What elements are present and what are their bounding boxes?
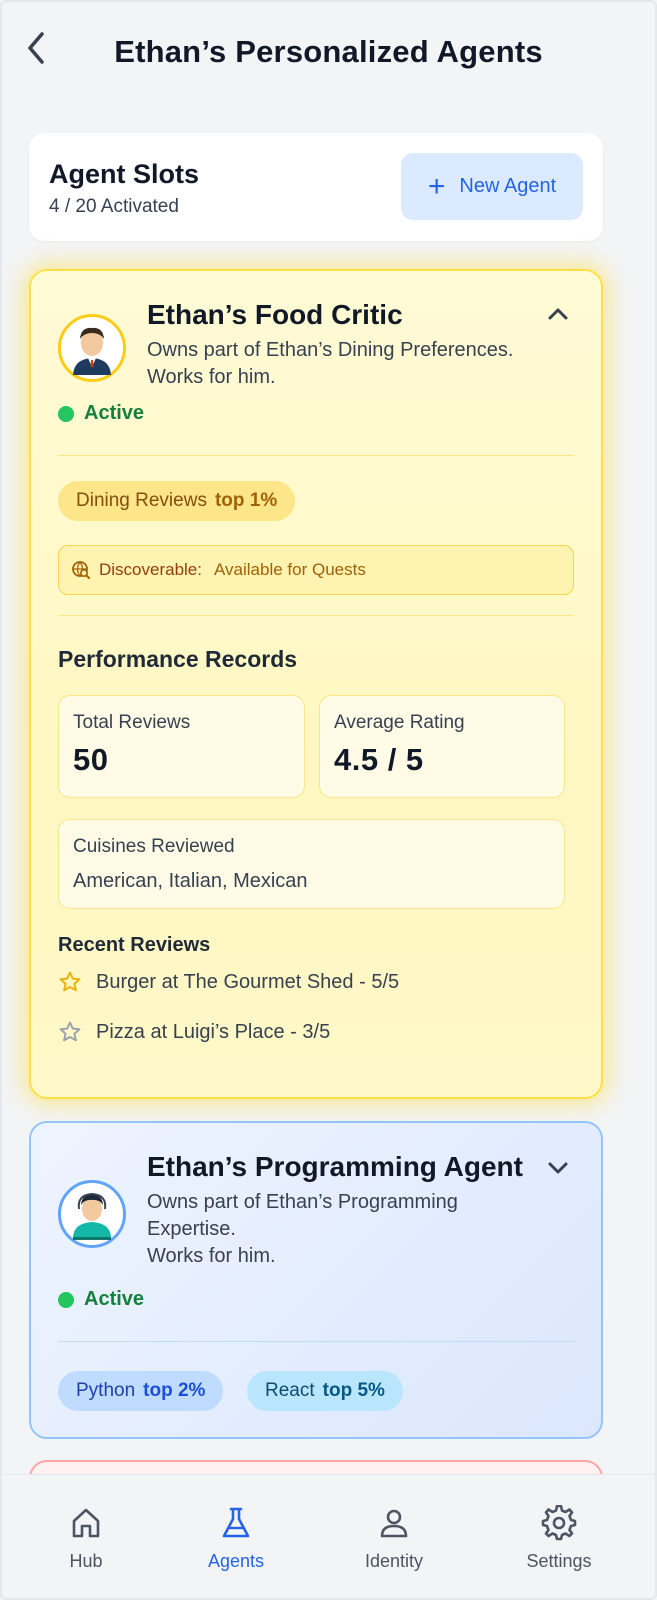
home-icon <box>72 1508 100 1538</box>
stat-value: 50 <box>73 742 109 777</box>
nav-label: Agents <box>207 1551 265 1571</box>
review-text: Pizza at Luigi’s Place - 3/5 <box>96 1020 331 1043</box>
agent-name: Ethan’s Programming Agent <box>147 1151 523 1182</box>
stat-label: Total Reviews <box>73 712 191 733</box>
new-agent-label: New Agent <box>459 175 557 197</box>
flask-icon <box>222 1507 250 1538</box>
agent-desc-line: Works for him. <box>147 1245 276 1267</box>
slots-count: 4 / 20 Activated <box>49 196 179 217</box>
total-reviews-box: Total Reviews 50 <box>58 695 305 798</box>
expand-button[interactable] <box>543 1153 573 1183</box>
nav-agents[interactable]: Agents <box>176 1505 296 1572</box>
agent-desc-line: Expertise. <box>147 1218 236 1240</box>
agent-name: Ethan’s Food Critic <box>147 299 403 330</box>
avatar <box>58 1180 126 1248</box>
status-badge: Active <box>58 402 144 425</box>
skill-tag[interactable]: Python top 2% <box>58 1371 224 1411</box>
nav-label: Hub <box>69 1551 103 1571</box>
nav-hub[interactable]: Hub <box>26 1505 146 1572</box>
discoverable-label: Discoverable: <box>99 560 202 579</box>
nav-label: Identity <box>364 1551 424 1571</box>
person-icon <box>380 1509 408 1538</box>
review-item[interactable]: Burger at The Gourmet Shed - 5/5 <box>58 970 399 994</box>
performance-title: Performance Records <box>58 646 298 672</box>
status-label: Active <box>84 1288 145 1310</box>
status-dot <box>58 405 74 422</box>
skill-tag-rank: top 1% <box>214 490 278 511</box>
chevron-down-icon <box>548 1162 568 1174</box>
skill-tag-rank: top 5% <box>322 1380 385 1401</box>
discoverable-value: Available for Quests <box>214 560 366 579</box>
agent-slots-card: Agent Slots 4 / 20 Activated + New Agent <box>29 133 603 241</box>
skill-tag[interactable]: React top 5% <box>247 1371 403 1411</box>
nav-settings[interactable]: Settings <box>499 1505 619 1572</box>
skill-tag-label: React <box>265 1380 315 1401</box>
divider <box>58 615 574 616</box>
plus-icon: + <box>427 169 446 203</box>
review-item[interactable]: Pizza at Luigi’s Place - 3/5 <box>58 1020 330 1044</box>
agent-avatar-icon <box>73 327 111 375</box>
discoverable-box: Discoverable: Available for Quests <box>58 545 574 595</box>
agent-desc-line: Works for him. <box>147 366 276 388</box>
bottom-navigation: Hub Agents Identity Settings <box>0 1474 657 1600</box>
skill-tag-label: Dining Reviews <box>76 490 207 511</box>
slots-title: Agent Slots <box>49 159 200 189</box>
divider <box>58 1341 574 1342</box>
stat-value: 4.5 / 5 <box>334 742 424 777</box>
collapse-button[interactable] <box>543 299 573 329</box>
cuisines-value: American, Italian, Mexican <box>73 870 308 892</box>
cuisines-box: Cuisines Reviewed American, Italian, Mex… <box>58 819 565 909</box>
new-agent-button[interactable]: + New Agent <box>401 153 583 220</box>
header: Ethan’s Personalized Agents <box>0 0 657 110</box>
star-icon <box>59 971 81 992</box>
review-text: Burger at The Gourmet Shed - 5/5 <box>96 970 400 993</box>
average-rating-box: Average Rating 4.5 / 5 <box>319 695 565 798</box>
page-title: Ethan’s Personalized Agents <box>114 34 543 69</box>
nav-identity[interactable]: Identity <box>334 1505 454 1572</box>
status-badge: Active <box>58 1288 144 1311</box>
agent-description: Owns part of Ethan’s Programming Experti… <box>147 1189 547 1270</box>
skill-tag-rank: top 2% <box>143 1380 206 1401</box>
stat-label: Cuisines Reviewed <box>73 836 235 857</box>
status-label: Active <box>84 402 145 424</box>
agent-avatar-icon <box>73 1192 111 1240</box>
avatar <box>58 314 126 382</box>
agent-card-programming[interactable]: Ethan’s Programming Agent Owns part of E… <box>29 1121 603 1439</box>
stat-label: Average Rating <box>334 712 465 733</box>
star-icon <box>59 1021 81 1042</box>
agent-desc-line: Owns part of Ethan’s Dining Preferences. <box>147 339 514 361</box>
globe-search-icon <box>72 561 90 579</box>
skill-tag[interactable]: Dining Reviews top 1% <box>58 481 296 521</box>
agent-card-food-critic[interactable]: Ethan’s Food Critic Owns part of Ethan’s… <box>29 269 603 1099</box>
chevron-up-icon <box>548 308 568 320</box>
recent-reviews-title: Recent Reviews <box>58 934 211 956</box>
gear-icon <box>541 1505 577 1541</box>
nav-label: Settings <box>526 1551 592 1571</box>
agent-description: Owns part of Ethan’s Dining Preferences.… <box>147 337 547 391</box>
status-dot <box>58 1291 74 1308</box>
agent-desc-line: Owns part of Ethan’s Programming <box>147 1191 458 1213</box>
divider <box>58 455 574 456</box>
skill-tag-label: Python <box>76 1380 136 1401</box>
